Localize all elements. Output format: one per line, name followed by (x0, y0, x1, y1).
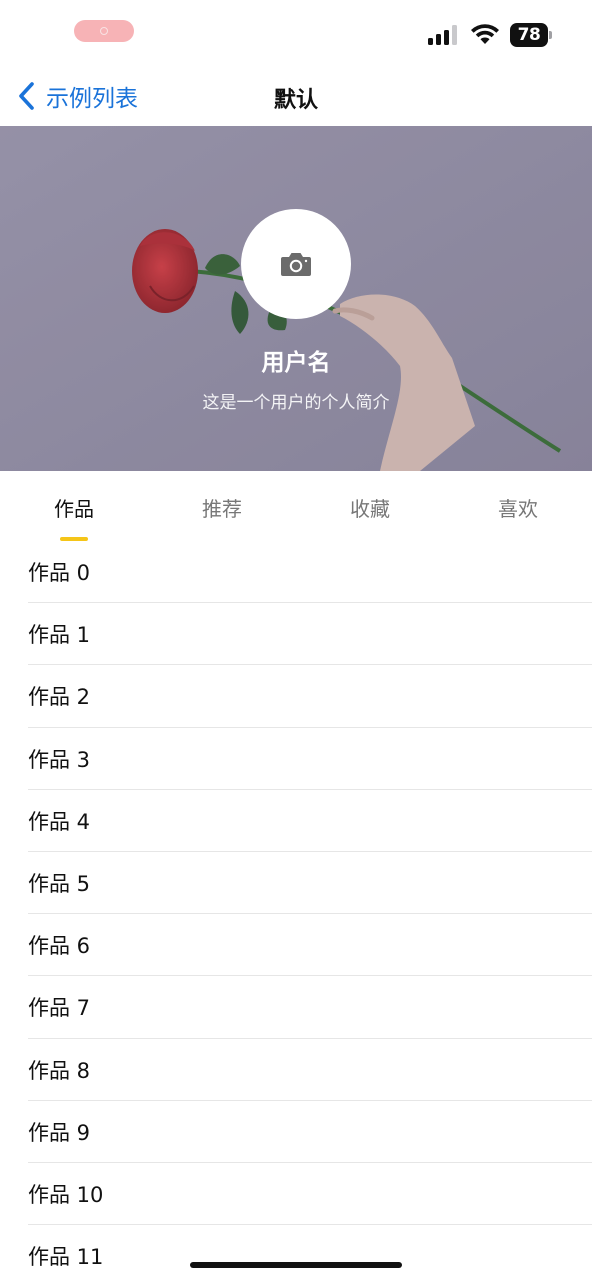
list-item[interactable]: 作品 1 (0, 603, 592, 666)
list-item-label: 作品 6 (28, 934, 91, 959)
tab-favorites[interactable]: 收藏 (296, 493, 444, 522)
list-item[interactable]: 作品 2 (0, 665, 592, 728)
profile-header: 用户名 这是一个用户的个人简介 (0, 126, 592, 471)
profile-tabs: 作品 推荐 收藏 喜欢 (0, 471, 592, 541)
list-item[interactable]: 作品 0 (0, 541, 592, 604)
wifi-icon (471, 24, 499, 44)
list-item[interactable]: 作品 10 (0, 1163, 592, 1226)
list-item-label: 作品 10 (28, 1182, 104, 1207)
user-bio: 这是一个用户的个人简介 (202, 393, 390, 413)
list-item-label: 作品 1 (28, 623, 91, 648)
list-item[interactable]: 作品 7 (0, 976, 592, 1039)
list-item[interactable]: 作品 11 (0, 1225, 592, 1280)
page-title: 默认 (273, 88, 318, 113)
list-item-label: 作品 9 (28, 1120, 91, 1145)
camera-icon (281, 253, 311, 276)
list-item-label: 作品 0 (28, 561, 91, 586)
avatar-upload-button[interactable] (241, 209, 351, 319)
navigation-bar: 示例列表 默认 (0, 66, 592, 126)
list-item[interactable]: 作品 4 (0, 790, 592, 853)
list-item[interactable]: 作品 6 (0, 914, 592, 977)
list-item-label: 作品 11 (28, 1245, 104, 1270)
list-item-label: 作品 2 (28, 685, 91, 710)
battery-level: 78 (510, 23, 548, 47)
list-item[interactable]: 作品 8 (0, 1039, 592, 1101)
cellular-signal-icon (428, 25, 460, 45)
screen-recording-indicator[interactable] (74, 20, 134, 42)
list-item-label: 作品 8 (28, 1058, 91, 1083)
tab-likes[interactable]: 喜欢 (444, 493, 592, 522)
list-item[interactable]: 作品 5 (0, 852, 592, 915)
works-list: 作品 0 作品 1 作品 2 作品 3 作品 4 作品 5 作品 6 作品 7 … (0, 541, 592, 1280)
list-item-label: 作品 4 (28, 809, 91, 834)
list-item-label: 作品 7 (28, 996, 91, 1021)
list-item[interactable]: 作品 3 (0, 728, 592, 790)
list-item-label: 作品 5 (28, 872, 91, 897)
home-indicator[interactable] (190, 1262, 402, 1268)
username: 用户名 (261, 350, 331, 376)
list-item-label: 作品 3 (28, 747, 91, 772)
tab-recommended[interactable]: 推荐 (148, 493, 296, 522)
list-item[interactable]: 作品 9 (0, 1101, 592, 1164)
status-bar: 78 (0, 0, 592, 66)
battery-indicator: 78 (510, 23, 552, 47)
status-icons: 78 (428, 22, 552, 48)
tab-works[interactable]: 作品 (0, 493, 148, 522)
